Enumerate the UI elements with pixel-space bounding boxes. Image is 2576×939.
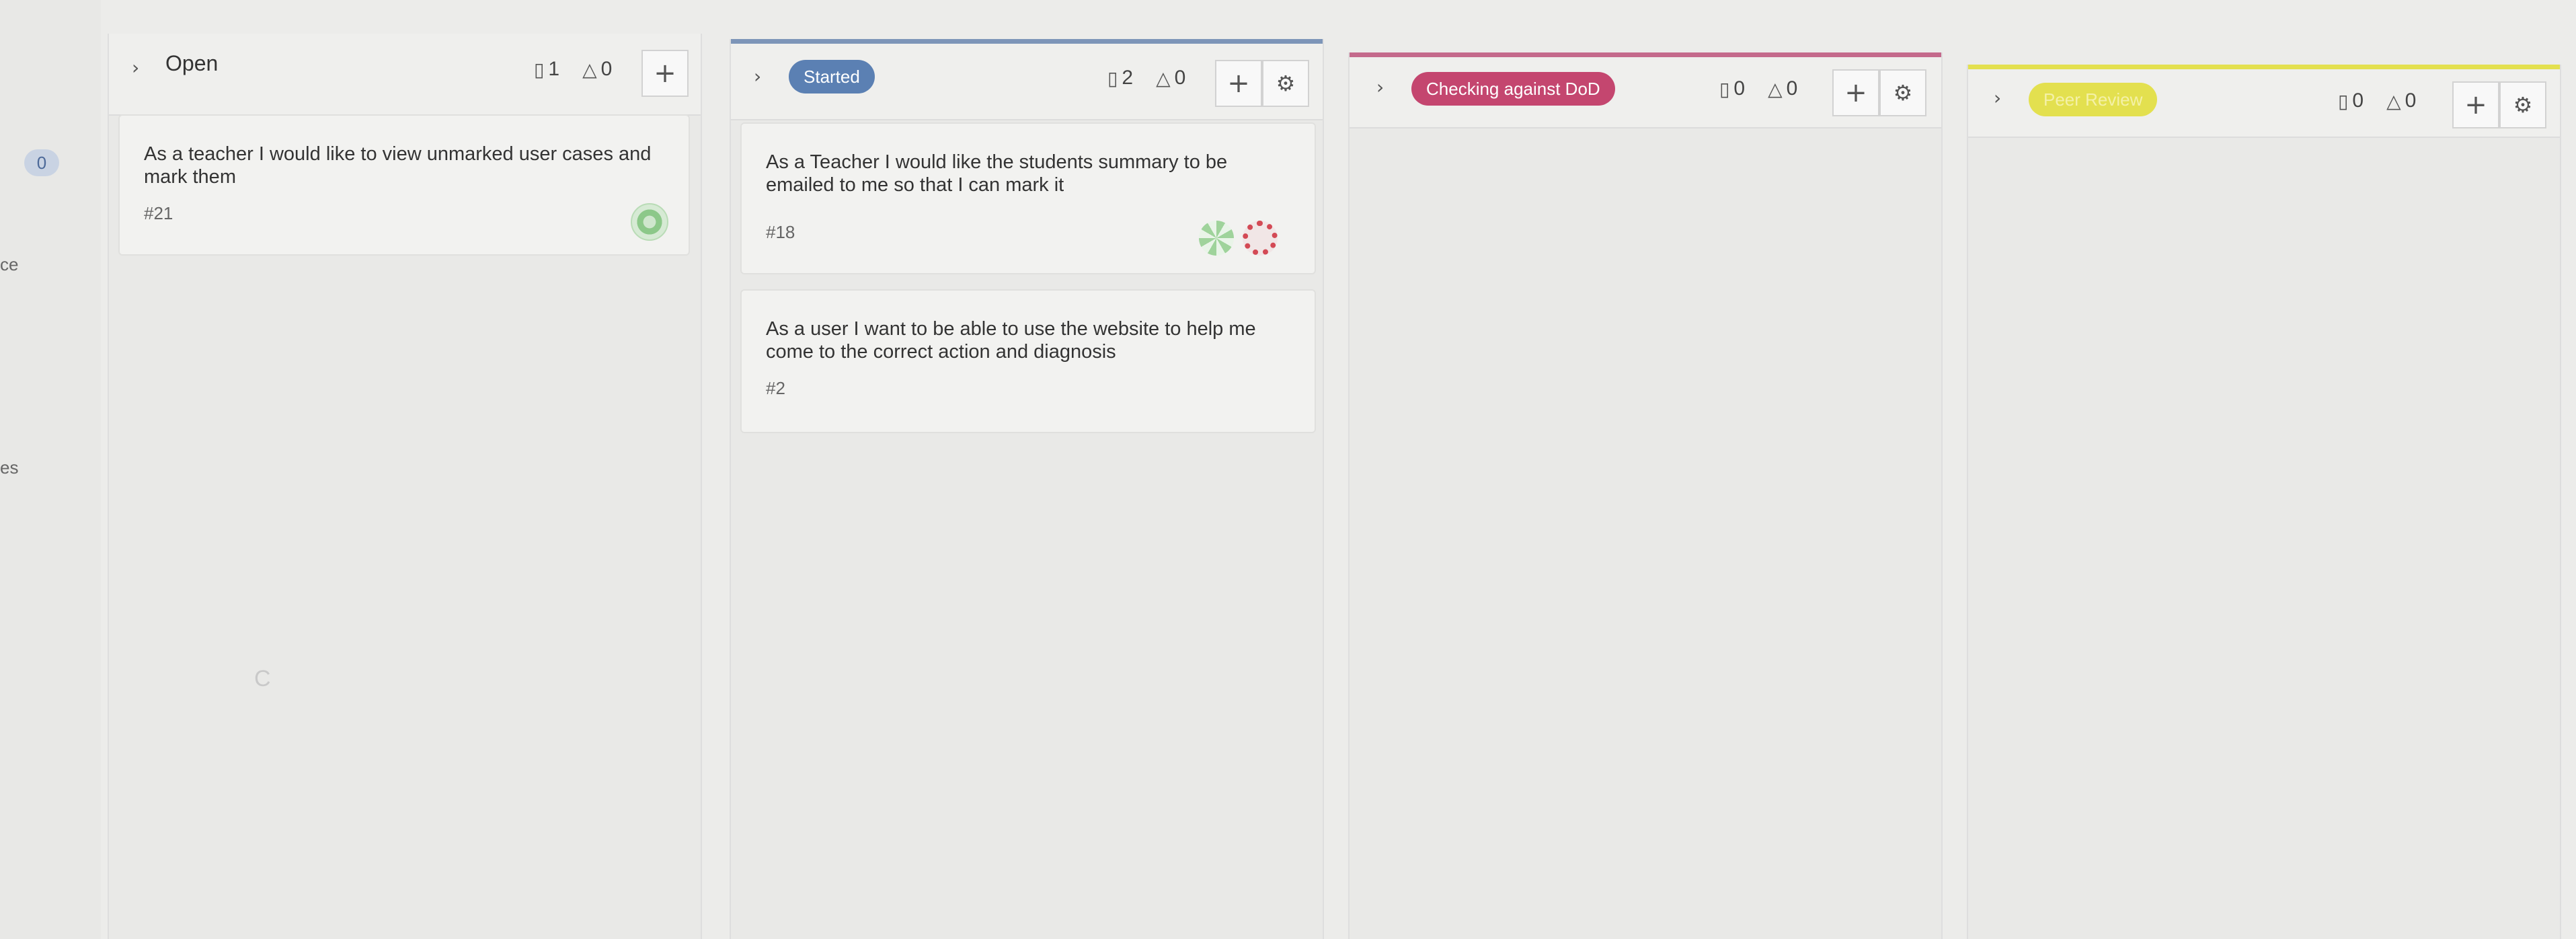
- column-checking-against-dod: › Checking against DoD ▯ 0 △ 0 + ⚙: [1348, 52, 1943, 939]
- sidebar: 0 ce es: [0, 0, 101, 939]
- story-card-icon: ▯: [534, 58, 545, 81]
- gear-icon[interactable]: ⚙: [2499, 81, 2546, 128]
- assignee-avatar[interactable]: [1243, 221, 1278, 256]
- column-peer-review: › Peer Review ▯ 0 △ 0 + ⚙: [1967, 65, 2561, 939]
- column-title: Open: [165, 51, 219, 75]
- card-title: As a user I want to be able to use the w…: [766, 318, 1256, 363]
- column-counts: ▯ 0 △ 0: [2338, 89, 2416, 112]
- column-header: › Checking against DoD ▯ 0 △ 0 + ⚙: [1350, 57, 1941, 128]
- column-open: › Open ▯ 1 △ 0 + As a teacher I would li…: [108, 34, 702, 939]
- assignee-avatar[interactable]: [1199, 221, 1234, 256]
- add-card-button[interactable]: +: [641, 50, 689, 97]
- column-header: › Started ▯ 2 △ 0 + ⚙: [731, 44, 1323, 120]
- chevron-right-icon[interactable]: ›: [1376, 76, 1384, 98]
- gear-icon[interactable]: ⚙: [1262, 60, 1309, 107]
- task-bell-icon: △: [2386, 89, 2401, 112]
- column-accent-bar: [1968, 65, 2560, 69]
- task-count: 0: [600, 58, 613, 80]
- chevron-right-icon[interactable]: ›: [132, 57, 139, 79]
- card-number: #18: [766, 222, 795, 242]
- task-count: 0: [1174, 67, 1186, 89]
- story-card[interactable]: As a teacher I would like to view unmark…: [118, 114, 690, 256]
- story-card-icon: ▯: [2338, 89, 2349, 112]
- assignee-avatar[interactable]: [631, 203, 668, 241]
- task-count: 0: [2405, 89, 2417, 112]
- card-number: #2: [766, 378, 785, 398]
- task-count: 0: [1786, 77, 1798, 100]
- story-count: 0: [2352, 89, 2364, 112]
- add-card-button[interactable]: +: [1215, 60, 1262, 107]
- task-bell-icon: △: [1768, 77, 1783, 100]
- card-title: As a Teacher I would like the students s…: [766, 151, 1228, 196]
- column-title-pill: Checking against DoD: [1411, 72, 1615, 106]
- story-count: 0: [1733, 77, 1746, 100]
- sidebar-item-label[interactable]: es: [0, 457, 18, 478]
- story-card[interactable]: As a user I want to be able to use the w…: [740, 289, 1316, 433]
- story-card-icon: ▯: [1107, 67, 1118, 89]
- story-count: 2: [1122, 67, 1134, 89]
- column-accent-bar: [731, 39, 1323, 44]
- column-header: › Open ▯ 1 △ 0 +: [109, 34, 701, 116]
- faint-mark: C: [254, 666, 271, 691]
- add-card-button[interactable]: +: [1832, 69, 1879, 116]
- column-title-pill: Started: [789, 60, 875, 93]
- story-card[interactable]: As a Teacher I would like the students s…: [740, 122, 1316, 274]
- sidebar-item-label[interactable]: ce: [0, 254, 18, 275]
- column-counts: ▯ 1 △ 0: [534, 58, 612, 81]
- kanban-board: 0 ce es › Open ▯ 1 △ 0 + As a teacher I …: [0, 0, 2576, 939]
- task-bell-icon: △: [1156, 67, 1171, 89]
- gear-icon[interactable]: ⚙: [1879, 69, 1926, 116]
- chevron-right-icon[interactable]: ›: [754, 65, 761, 87]
- column-counts: ▯ 0 △ 0: [1719, 77, 1797, 100]
- card-title: As a teacher I would like to view unmark…: [144, 143, 652, 188]
- sidebar-count-badge: 0: [24, 149, 59, 176]
- column-title-pill: Peer Review: [2029, 83, 2158, 116]
- column-header: › Peer Review ▯ 0 △ 0 + ⚙: [1968, 69, 2560, 138]
- column-accent-bar: [1350, 52, 1941, 57]
- story-card-icon: ▯: [1719, 77, 1730, 100]
- add-card-button[interactable]: +: [2452, 81, 2499, 128]
- task-bell-icon: △: [582, 58, 597, 81]
- card-number: #21: [144, 203, 173, 223]
- story-count: 1: [548, 58, 560, 80]
- column-started: › Started ▯ 2 △ 0 + ⚙ As a Teacher I wou…: [730, 39, 1324, 939]
- column-counts: ▯ 2 △ 0: [1107, 67, 1185, 89]
- chevron-right-icon[interactable]: ›: [1994, 87, 2001, 109]
